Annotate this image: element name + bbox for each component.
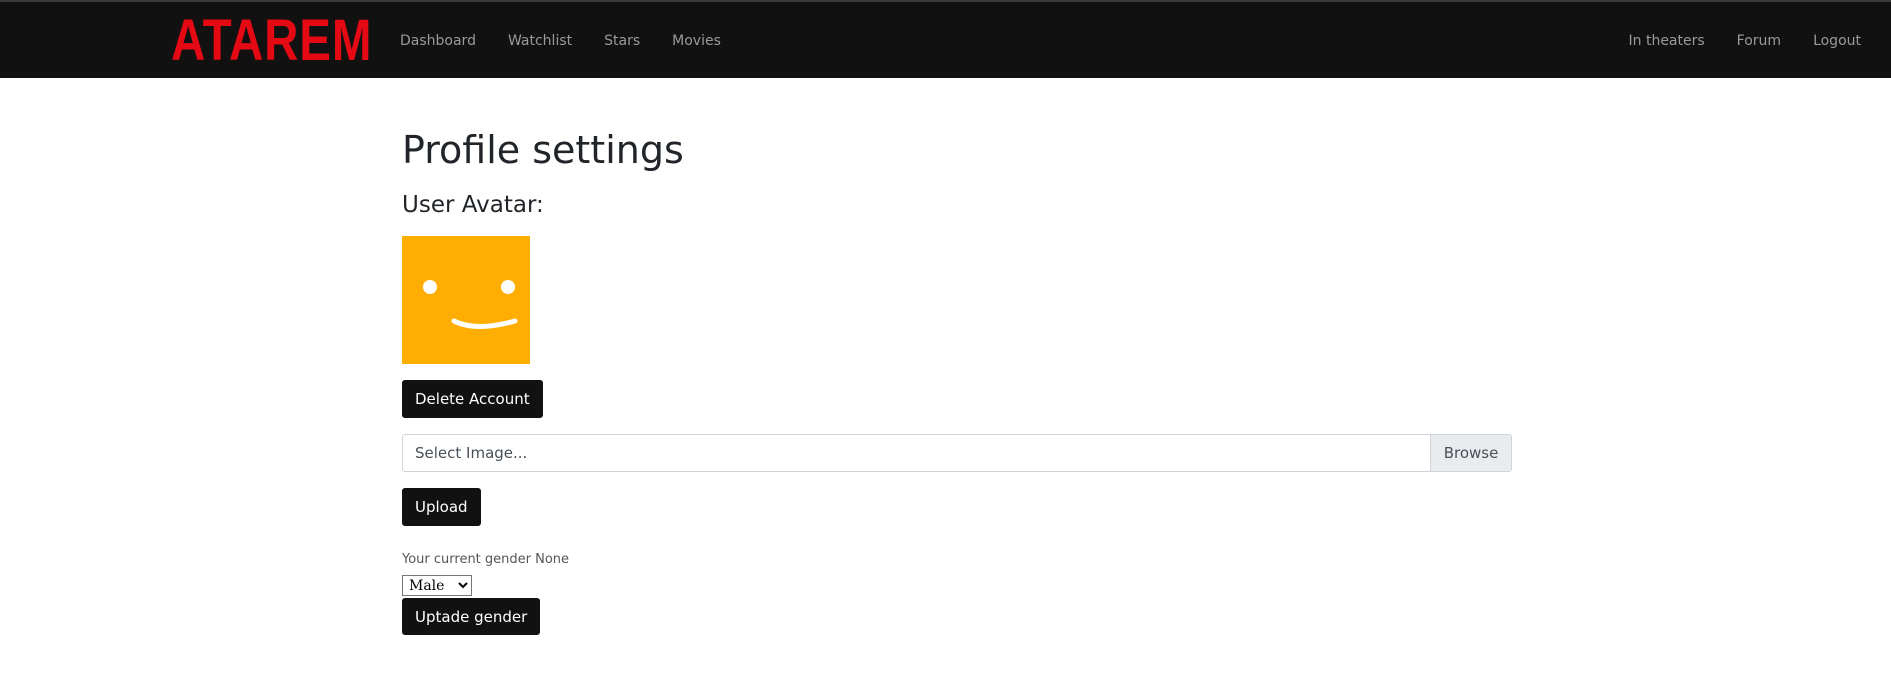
secondary-nav: In theaters Forum Logout bbox=[1597, 2, 1862, 80]
top-navbar: ATAREM Dashboard Watchlist Stars Movies … bbox=[0, 0, 1891, 78]
nav-logout[interactable]: Logout bbox=[1813, 33, 1861, 49]
nav-watchlist[interactable]: Watchlist bbox=[508, 33, 572, 49]
nav-movies[interactable]: Movies bbox=[672, 33, 721, 49]
current-gender-text: Your current gender None bbox=[402, 552, 570, 567]
browse-button[interactable]: Browse bbox=[1430, 435, 1511, 471]
smiley-face-icon bbox=[423, 280, 518, 329]
file-input-placeholder[interactable]: Select Image... bbox=[403, 435, 1430, 471]
avatar-file-input[interactable]: Select Image... Browse bbox=[402, 434, 1512, 472]
gender-select[interactable]: Male bbox=[402, 575, 472, 596]
nav-stars[interactable]: Stars bbox=[604, 33, 640, 49]
nav-dashboard[interactable]: Dashboard bbox=[400, 33, 476, 49]
user-avatar bbox=[402, 236, 530, 364]
update-gender-button[interactable]: Uptade gender bbox=[402, 598, 541, 635]
delete-account-button[interactable]: Delete Account bbox=[402, 380, 543, 418]
nav-forum[interactable]: Forum bbox=[1737, 33, 1781, 49]
upload-button[interactable]: Upload bbox=[402, 488, 481, 526]
avatar-heading: User Avatar: bbox=[402, 192, 544, 218]
nav-in-theaters[interactable]: In theaters bbox=[1629, 33, 1705, 49]
page-title: Profile settings bbox=[402, 128, 684, 172]
brand-logo[interactable]: ATAREM bbox=[171, 12, 372, 70]
main-nav: Dashboard Watchlist Stars Movies bbox=[400, 2, 753, 80]
